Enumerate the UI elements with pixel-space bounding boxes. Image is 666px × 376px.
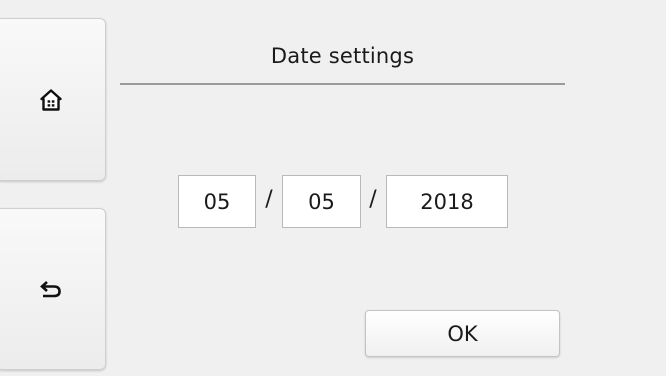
day-field[interactable]: 05 (282, 175, 361, 228)
home-icon (40, 88, 62, 111)
home-button[interactable] (0, 18, 106, 181)
date-separator: / (265, 187, 273, 212)
ok-button[interactable]: OK (365, 310, 560, 357)
back-button[interactable] (0, 208, 106, 370)
month-field[interactable]: 05 (178, 175, 256, 228)
year-field[interactable]: 2018 (386, 175, 508, 228)
title-divider (120, 83, 565, 85)
date-separator: / (369, 187, 377, 212)
back-arrow-icon (40, 281, 61, 298)
page-title: Date settings (270, 44, 415, 68)
